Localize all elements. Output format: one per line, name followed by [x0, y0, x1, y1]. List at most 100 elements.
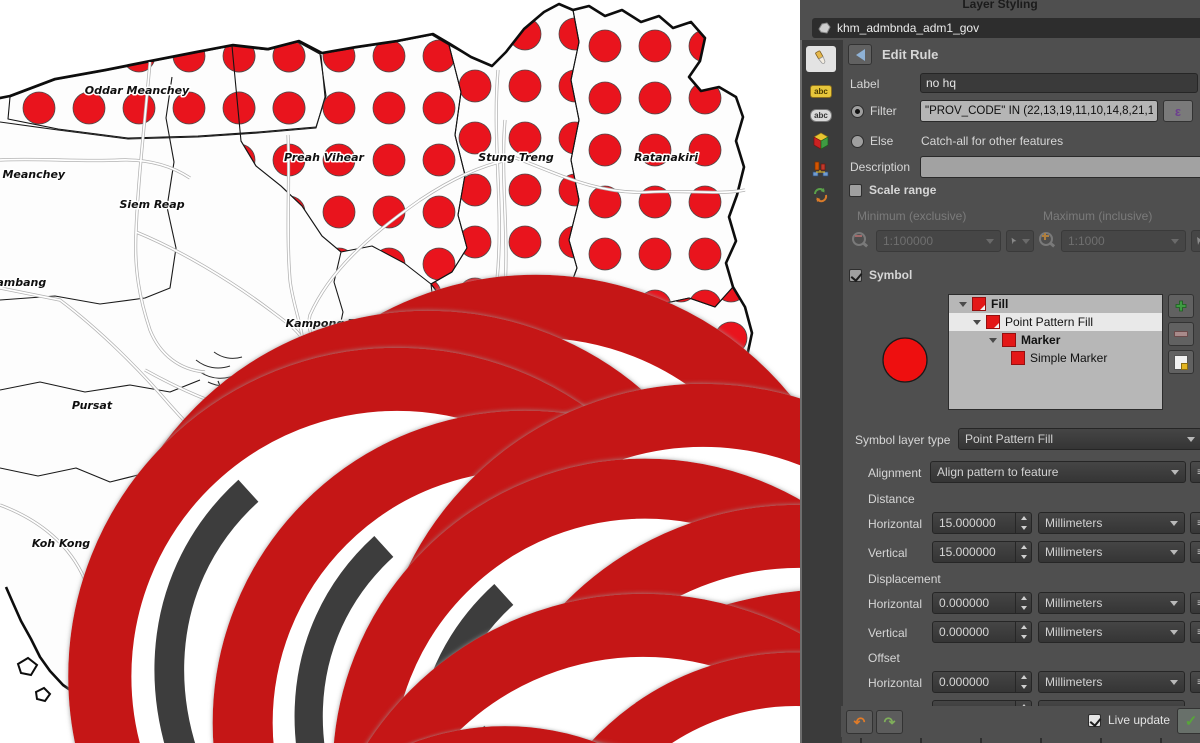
data-defined-override-button[interactable]: ≡ — [1190, 512, 1200, 534]
symbol-tree-item-fill[interactable]: Fill — [949, 295, 1162, 313]
data-defined-override-button[interactable]: ≡ — [1190, 621, 1200, 643]
map-canvas[interactable]: Oddar MeancheyBanteay MeancheySiem ReapP… — [0, 0, 800, 743]
edit-rule-title: Edit Rule — [882, 47, 938, 62]
province-label: Banteay Meanchey — [0, 168, 66, 181]
live-update-checkbox[interactable] — [1088, 714, 1101, 727]
caret-down-icon — [1171, 470, 1179, 475]
distance-vertical-label: Vertical — [868, 546, 907, 560]
offset-horizontal-unit-combo[interactable]: Millimeters — [1038, 671, 1185, 693]
history-tab[interactable] — [806, 182, 836, 208]
caret-down-icon — [1170, 680, 1178, 685]
label-field-label: Label — [850, 77, 879, 91]
filter-expression-input[interactable] — [920, 100, 1158, 122]
else-description: Catch-all for other features — [921, 134, 1063, 148]
callouts-icon: abc — [810, 109, 832, 122]
displacement-horizontal-spinbox[interactable]: 0.000000 — [932, 592, 1032, 614]
max-scale-picker-combo[interactable] — [1191, 230, 1200, 252]
live-update-label: Live update — [1108, 713, 1170, 727]
cambodia-map: Oddar MeancheyBanteay MeancheySiem ReapP… — [0, 0, 800, 743]
data-defined-override-button[interactable]: ≡ — [1190, 592, 1200, 614]
label-input[interactable] — [920, 73, 1198, 93]
distance-vertical-spinbox[interactable]: 15.000000 — [932, 541, 1032, 563]
remove-symbol-layer-button[interactable] — [1168, 322, 1194, 346]
offset-horizontal-spinbox[interactable]: 0.000000 — [932, 671, 1032, 693]
panel-title: Layer Styling — [800, 0, 1200, 11]
displacement-vertical-unit-combo[interactable]: Millimeters — [1038, 621, 1185, 643]
duplicate-symbol-layer-button[interactable] — [1168, 350, 1194, 374]
duplicate-icon — [1174, 355, 1188, 370]
distance-section-label: Distance — [868, 492, 915, 506]
province-label: Oddar Meanchey — [85, 84, 190, 97]
symbol-layer-type-combo[interactable]: Point Pattern Fill — [958, 428, 1200, 450]
caret-down-icon — [986, 239, 994, 244]
min-scale-combo[interactable]: 1:100000 — [876, 230, 1001, 252]
filter-label: Filter — [870, 104, 897, 118]
expand-icon — [989, 338, 997, 343]
symbology-tab[interactable] — [806, 46, 836, 72]
simple-marker-swatch — [1011, 351, 1025, 365]
caret-down-icon — [1187, 437, 1195, 442]
point-pattern-fill-swatch — [986, 315, 1000, 329]
map-pointer-icon — [1010, 236, 1018, 246]
redo-button[interactable]: ↷ — [876, 710, 903, 734]
data-defined-override-button[interactable]: ≡ — [1190, 461, 1200, 483]
scale-range-checkbox[interactable] — [849, 184, 862, 197]
offset-section-label: Offset — [868, 651, 900, 665]
min-scale-picker-combo[interactable] — [1006, 230, 1034, 252]
back-button[interactable] — [848, 44, 872, 65]
styling-tool-strip: abc abc — [800, 40, 843, 743]
symbol-checkbox[interactable] — [849, 269, 862, 282]
marker-swatch — [1002, 333, 1016, 347]
layer-styling-panel: Layer Styling khm_admbnda_adm1_gov abc — [800, 0, 1200, 743]
scale-max-label: Maximum (inclusive) — [1043, 209, 1152, 223]
max-scale-combo[interactable]: 1:1000 — [1061, 230, 1186, 252]
offset-horizontal-label: Horizontal — [868, 676, 922, 690]
3d-cube-icon — [811, 131, 831, 151]
paintbrush-icon — [811, 50, 831, 68]
else-radio[interactable] — [851, 135, 864, 148]
displacement-section-label: Displacement — [868, 572, 941, 586]
scale-min-label: Minimum (exclusive) — [857, 209, 966, 223]
province-label: Siem Reap — [119, 198, 184, 211]
diagrams-tab[interactable] — [806, 156, 836, 182]
back-arrow-icon — [856, 49, 865, 61]
labels-tab[interactable]: abc — [806, 78, 836, 104]
expression-builder-button[interactable]: ε — [1163, 100, 1193, 122]
fill-swatch — [972, 297, 986, 311]
symbol-preview — [875, 330, 935, 390]
distance-horizontal-label: Horizontal — [868, 517, 922, 531]
displacement-vertical-spinbox[interactable]: 0.000000 — [932, 621, 1032, 643]
zoom-out-icon — [850, 231, 868, 249]
apply-button[interactable]: ✓ — [1177, 708, 1200, 734]
expand-icon — [959, 302, 967, 307]
add-symbol-layer-button[interactable] — [1168, 294, 1194, 318]
symbol-tree-item-point-pattern-fill[interactable]: Point Pattern Fill — [949, 313, 1162, 331]
province-label: Koh Kong — [32, 537, 90, 550]
province-label: Stung Treng — [478, 151, 554, 164]
symbol-tree-item-marker[interactable]: Marker — [949, 331, 1162, 349]
distance-horizontal-spinbox[interactable]: 15.000000 — [932, 512, 1032, 534]
expand-icon — [973, 320, 981, 325]
data-defined-override-button[interactable]: ≡ — [1190, 541, 1200, 563]
history-arrows-icon — [811, 186, 831, 204]
filter-radio[interactable] — [851, 105, 864, 118]
callouts-tab[interactable]: abc — [806, 102, 836, 128]
displacement-horizontal-unit-combo[interactable]: Millimeters — [1038, 592, 1185, 614]
symbol-tree-item-simple-marker[interactable]: Simple Marker — [949, 349, 1162, 367]
caret-down-icon — [1170, 521, 1178, 526]
bottom-ruler — [842, 737, 1200, 743]
polygon-layer-icon — [818, 22, 831, 34]
data-defined-override-button[interactable]: ≡ — [1190, 671, 1200, 693]
alignment-combo[interactable]: Align pattern to feature — [930, 461, 1186, 483]
caret-down-icon — [1170, 550, 1178, 555]
symbol-layer-type-label: Symbol layer type — [855, 433, 950, 447]
layer-selector[interactable]: khm_admbnda_adm1_gov — [812, 18, 1200, 38]
alignment-label: Alignment — [868, 466, 921, 480]
distance-horizontal-unit-combo[interactable]: Millimeters — [1038, 512, 1185, 534]
distance-vertical-unit-combo[interactable]: Millimeters — [1038, 541, 1185, 563]
description-input[interactable] — [920, 156, 1200, 178]
province-label: Ratanakiri — [634, 151, 698, 164]
map-pointer-icon — [1195, 236, 1200, 246]
undo-button[interactable]: ↶ — [846, 710, 873, 734]
3d-view-tab[interactable] — [806, 128, 836, 154]
